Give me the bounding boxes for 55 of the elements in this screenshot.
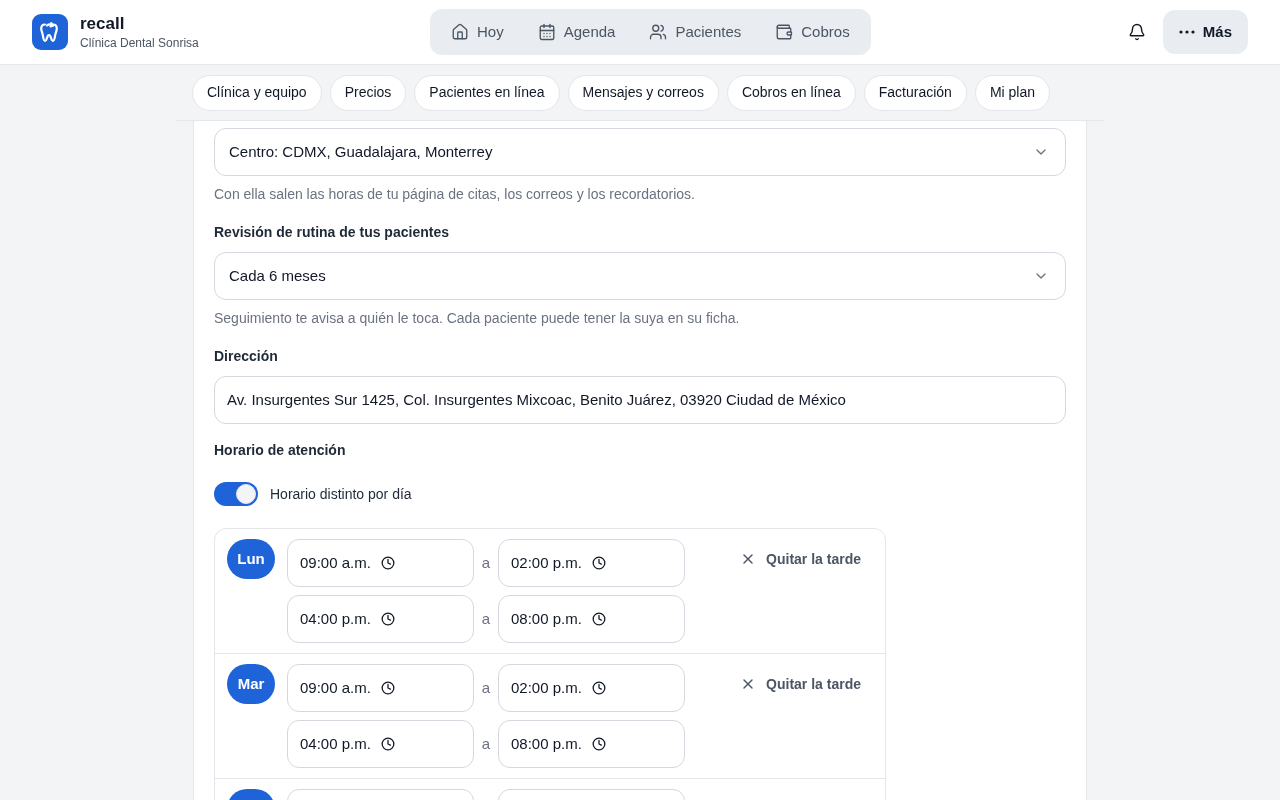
- range-separator: a: [480, 608, 492, 629]
- time-field[interactable]: 04:00 p.m.: [287, 720, 474, 768]
- nav-link[interactable]: Cobros: [760, 13, 865, 51]
- field-hint: Seguimiento te avisa a quién le toca. Cada paciente puede tener la suya en su ficha.: [214, 309, 741, 328]
- nav-link[interactable]: Pacientes: [634, 13, 757, 51]
- time-field[interactable]: 09:00 a.m.: [287, 664, 474, 712]
- settings-tab[interactable]: Precios: [329, 74, 407, 111]
- clock-icon: [591, 737, 606, 751]
- clock-icon: [591, 556, 606, 570]
- field-label: Horario de atención: [214, 441, 347, 460]
- settings-tab[interactable]: Pacientes en línea: [414, 74, 560, 111]
- toggle-switch[interactable]: [214, 482, 258, 506]
- wallet-icon: [775, 23, 794, 41]
- clock-icon: [591, 681, 606, 695]
- settings-tab[interactable]: Clínica y equipo: [192, 74, 322, 111]
- field-label: Revisión de rutina de tus pacientes: [214, 223, 450, 242]
- bell-icon[interactable]: [1127, 23, 1146, 41]
- select-field[interactable]: Centro: CDMX, Guadalajara, Monterrey: [214, 128, 1066, 176]
- clock-icon: [380, 681, 395, 695]
- more-button[interactable]: Más: [1162, 10, 1248, 54]
- home-icon: [451, 23, 469, 41]
- clock-icon: [380, 556, 395, 570]
- tooth-logo-icon: [32, 14, 68, 50]
- day-badge: Mar: [227, 664, 275, 704]
- remove-afternoon-button[interactable]: Quitar la tarde: [728, 547, 873, 571]
- toggle-label: Horario distinto por día: [270, 484, 412, 504]
- range-separator: a: [480, 733, 492, 754]
- remove-afternoon-button[interactable]: Quitar la tarde: [728, 672, 873, 696]
- clinic-name: Clínica Dental Sonrisa: [80, 35, 199, 51]
- time-field[interactable]: 08:00 p.m.: [498, 595, 685, 643]
- settings-tab[interactable]: Mi plan: [974, 74, 1051, 111]
- nav-link[interactable]: Hoy: [436, 13, 519, 51]
- time-field[interactable]: 09:00 a.m.: [287, 539, 474, 587]
- clock-icon: [591, 612, 606, 626]
- time-field[interactable]: 02:00 p.m.: [498, 539, 685, 587]
- settings-tab[interactable]: Cobros en línea: [726, 74, 856, 111]
- field-label: Dirección: [214, 347, 279, 366]
- calendar-icon: [537, 23, 556, 41]
- range-separator: a: [480, 677, 492, 698]
- nav-link[interactable]: Agenda: [522, 13, 631, 51]
- field-hint: Con ella salen las horas de tu página de citas, los correos y los recordatorios.: [214, 185, 696, 204]
- ellipsis-icon: [1178, 30, 1195, 34]
- clock-icon: [380, 612, 395, 626]
- select-field[interactable]: Cada 6 meses: [214, 252, 1066, 300]
- address-input[interactable]: Av. Insurgentes Sur 1425, Col. Insurgentes Mixcoac, Benito Juárez, 03920 Ciudad de México: [214, 376, 1066, 424]
- time-field[interactable]: 04:00 p.m.: [287, 595, 474, 643]
- time-field[interactable]: 08:00 p.m.: [498, 720, 685, 768]
- settings-tab[interactable]: Facturación: [863, 74, 967, 111]
- clock-icon: [380, 737, 395, 751]
- people-icon: [649, 23, 668, 41]
- range-separator: a: [480, 552, 492, 573]
- brand-name: recall: [80, 13, 126, 35]
- time-field[interactable]: 02:00 p.m.: [498, 664, 685, 712]
- settings-tab[interactable]: Mensajes y correos: [567, 74, 719, 111]
- day-badge: Lun: [227, 539, 275, 579]
